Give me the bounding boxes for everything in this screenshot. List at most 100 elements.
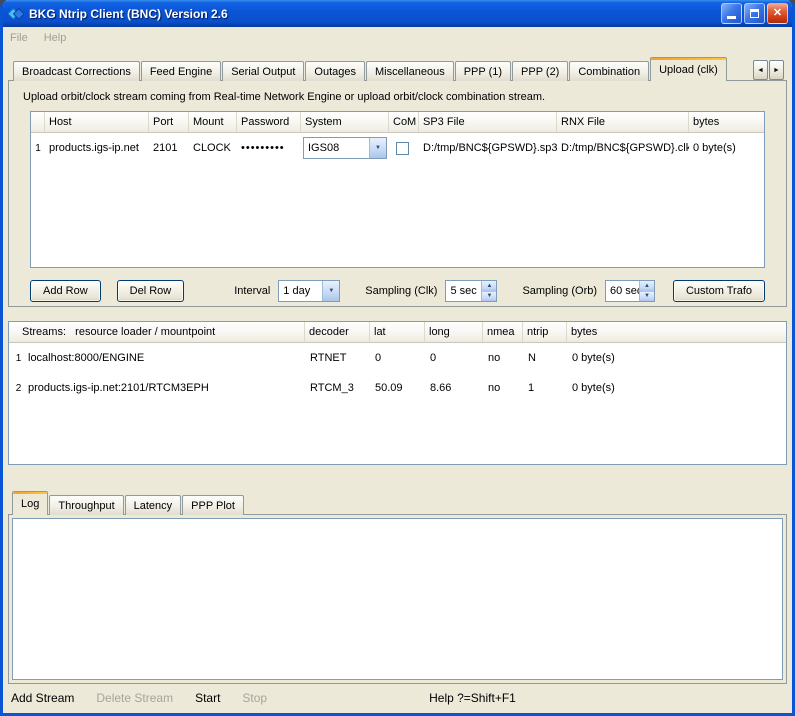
minimize-icon: [727, 16, 736, 19]
ntrip-cell: 1: [523, 382, 567, 394]
tab-miscellaneous[interactable]: Miscellaneous: [366, 61, 454, 81]
tab-log[interactable]: Log: [12, 491, 48, 515]
combobox-arrow-button[interactable]: ▼: [369, 138, 386, 158]
row-number: 1: [31, 143, 45, 154]
interval-label: Interval: [234, 285, 270, 297]
system-cell: IGS08 ▼: [301, 137, 389, 159]
chevron-down-icon: ▼: [375, 145, 381, 151]
port-cell[interactable]: 2101: [149, 142, 189, 154]
spin-up-button[interactable]: ▲: [640, 281, 654, 292]
nmea-cell: no: [483, 352, 523, 364]
delete-stream-button[interactable]: Delete Stream: [96, 691, 173, 705]
tab-latency[interactable]: Latency: [125, 495, 182, 515]
decoder-cell: RTCM_3: [305, 382, 370, 394]
spin-up-button[interactable]: ▲: [482, 281, 496, 292]
tab-ppp-plot[interactable]: PPP Plot: [182, 495, 244, 515]
tab-broadcast-corrections[interactable]: Broadcast Corrections: [13, 61, 140, 81]
stop-button[interactable]: Stop: [242, 691, 267, 705]
bytes-cell: 0 byte(s): [689, 142, 764, 154]
tab-upload-clk[interactable]: Upload (clk): [650, 57, 727, 81]
spin-down-button[interactable]: ▼: [482, 292, 496, 302]
tab-ppp-2[interactable]: PPP (2): [512, 61, 568, 81]
col-nmea: nmea: [483, 322, 523, 342]
bytes-cell: 0 byte(s): [567, 382, 786, 394]
sp3-file-cell[interactable]: D:/tmp/BNC${GPSWD}.sp3: [419, 142, 557, 154]
tab-scroll-right-button[interactable]: ►: [769, 60, 784, 80]
spin-down-icon: ▼: [644, 293, 650, 299]
arrow-right-icon: ►: [773, 67, 780, 74]
com-cell: [389, 142, 419, 155]
tab-feed-engine[interactable]: Feed Engine: [141, 61, 221, 81]
col-rnx-file: RNX File: [557, 112, 689, 132]
tab-outages[interactable]: Outages: [305, 61, 365, 81]
main-tabbar: Broadcast Corrections Feed Engine Serial…: [8, 57, 787, 81]
sampling-orb-spinner[interactable]: 60 sec ▲ ▼: [605, 280, 655, 302]
spin-up-icon: ▲: [486, 283, 492, 289]
col-decoder: decoder: [305, 322, 370, 342]
sampling-clk-spinner[interactable]: 5 sec ▲ ▼: [445, 280, 497, 302]
rnx-file-cell[interactable]: D:/tmp/BNC${GPSWD}.clk: [557, 142, 689, 154]
window-controls: ✕: [721, 3, 788, 24]
com-checkbox[interactable]: [396, 142, 409, 155]
menu-help[interactable]: Help: [44, 32, 67, 44]
add-stream-button[interactable]: Add Stream: [11, 691, 74, 705]
nmea-cell: no: [483, 382, 523, 394]
start-button[interactable]: Start: [195, 691, 220, 705]
tab-combination[interactable]: Combination: [569, 61, 649, 81]
stream-row[interactable]: 2 products.igs-ip.net:2101/RTCM3EPH RTCM…: [9, 373, 786, 403]
close-button[interactable]: ✕: [767, 3, 788, 24]
arrow-left-icon: ◄: [757, 67, 764, 74]
row-number: 2: [9, 383, 23, 394]
host-cell[interactable]: products.igs-ip.net: [45, 142, 149, 154]
spin-down-button[interactable]: ▼: [640, 292, 654, 302]
maximize-button[interactable]: [744, 3, 765, 24]
col-port: Port: [149, 112, 189, 132]
sampling-clk-label: Sampling (Clk): [365, 285, 437, 297]
system-combobox[interactable]: IGS08 ▼: [303, 137, 387, 159]
del-row-button[interactable]: Del Row: [117, 280, 185, 302]
spinner-buttons: ▲ ▼: [481, 281, 496, 301]
sampling-orb-value: 60 sec: [606, 281, 639, 301]
spinner-buttons: ▲ ▼: [639, 281, 654, 301]
lat-cell: 0: [370, 352, 425, 364]
sampling-orb-label: Sampling (Orb): [522, 285, 597, 297]
custom-trafo-button[interactable]: Custom Trafo: [673, 280, 765, 302]
lat-cell: 50.09: [370, 382, 425, 394]
mount-cell[interactable]: CLOCK: [189, 142, 237, 154]
upload-table: Host Port Mount Password System CoM SP3 …: [30, 111, 765, 268]
menu-file[interactable]: File: [10, 32, 28, 44]
col-mountpoint: Streams: resource loader / mountpoint: [9, 322, 305, 342]
long-cell: 0: [425, 352, 483, 364]
upload-description: Upload orbit/clock stream coming from Re…: [23, 91, 786, 103]
tab-scroll-left-button[interactable]: ◄: [753, 60, 768, 80]
bottom-tabbar: Log Throughput Latency PPP Plot: [8, 491, 787, 515]
upload-table-header: Host Port Mount Password System CoM SP3 …: [31, 112, 764, 133]
upload-table-row: 1 products.igs-ip.net 2101 CLOCK •••••••…: [31, 133, 764, 163]
tab-throughput[interactable]: Throughput: [49, 495, 123, 515]
tab-serial-output[interactable]: Serial Output: [222, 61, 304, 81]
tab-ppp-1[interactable]: PPP (1): [455, 61, 511, 81]
col-system: System: [301, 112, 389, 132]
password-cell[interactable]: •••••••••: [237, 142, 301, 154]
menubar: File Help: [3, 27, 792, 49]
chevron-down-icon: ▼: [328, 288, 334, 294]
mountpoint-cell: products.igs-ip.net:2101/RTCM3EPH: [23, 382, 305, 394]
mountpoint-cell: localhost:8000/ENGINE: [23, 352, 305, 364]
statusbar: Add Stream Delete Stream Start Stop Help…: [3, 686, 792, 710]
col-host: Host: [45, 112, 149, 132]
stream-row[interactable]: 1 localhost:8000/ENGINE RTNET 0 0 no N 0…: [9, 343, 786, 373]
add-row-button[interactable]: Add Row: [30, 280, 101, 302]
minimize-button[interactable]: [721, 3, 742, 24]
maximize-icon: [750, 9, 759, 18]
col-lat: lat: [370, 322, 425, 342]
upload-pane: Upload orbit/clock stream coming from Re…: [8, 80, 787, 307]
col-bytes: bytes: [689, 112, 764, 132]
streams-table-header: Streams: resource loader / mountpoint de…: [9, 322, 786, 343]
log-output[interactable]: [12, 518, 783, 680]
col-mount: Mount: [189, 112, 237, 132]
interval-value: 1 day: [279, 281, 322, 301]
combobox-arrow-button[interactable]: ▼: [322, 281, 339, 301]
col-bytes: bytes: [567, 322, 786, 342]
col-ntrip: ntrip: [523, 322, 567, 342]
interval-combobox[interactable]: 1 day ▼: [278, 280, 340, 302]
